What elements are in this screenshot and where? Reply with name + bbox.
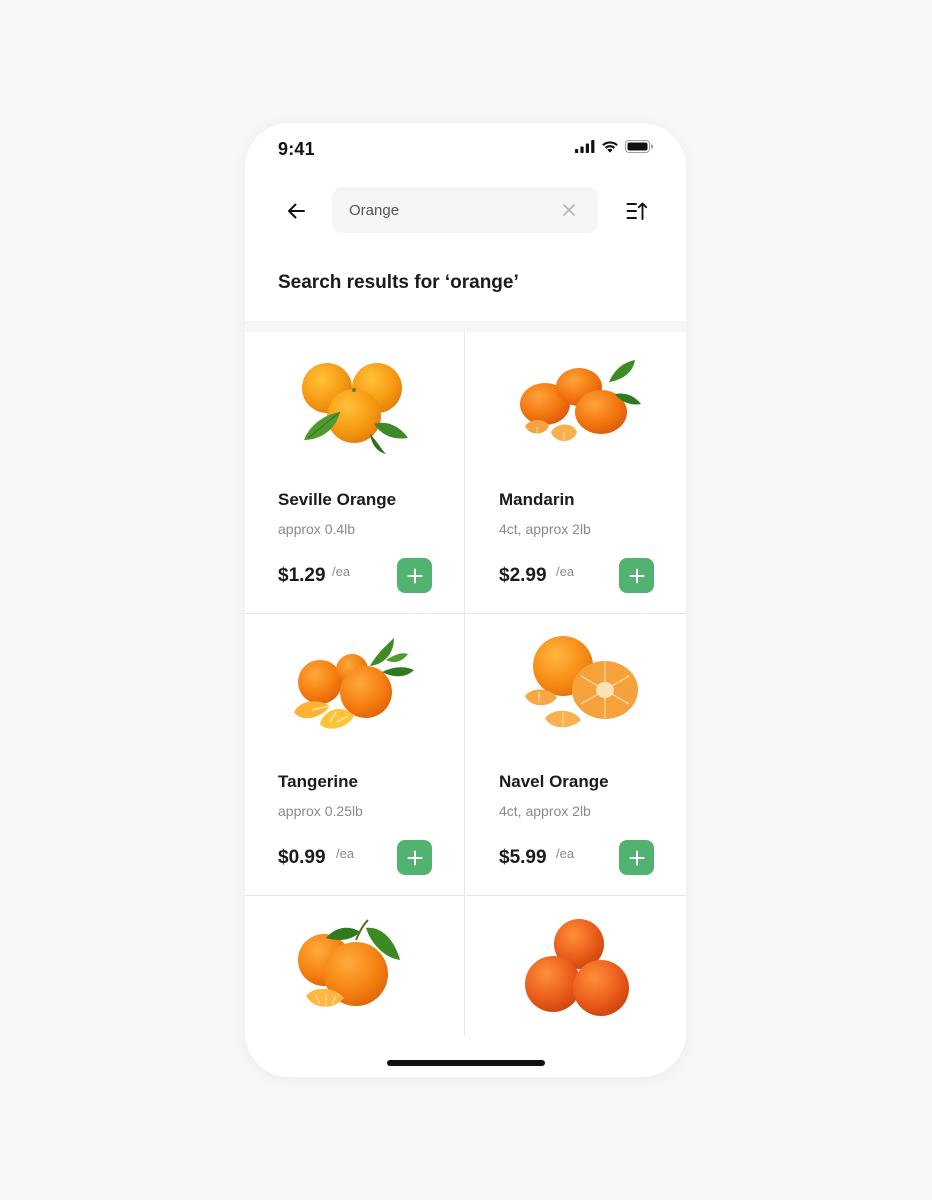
- close-icon: [563, 204, 575, 216]
- product-price: $1.29: [278, 565, 326, 586]
- product-quantity: approx 0.25lb: [278, 803, 363, 819]
- product-name: Mandarin: [499, 490, 575, 509]
- search-input[interactable]: [349, 199, 549, 221]
- product-price: $5.99: [499, 847, 547, 868]
- plus-icon: [407, 850, 422, 865]
- product-unit: /ea: [556, 564, 575, 579]
- add-to-cart-button[interactable]: [619, 558, 654, 593]
- product-unit: /ea: [336, 846, 355, 861]
- product-name: Tangerine: [278, 772, 358, 791]
- status-time: 9:41: [278, 139, 315, 159]
- plus-icon: [407, 568, 422, 583]
- seville-orange-image: [301, 363, 408, 454]
- product-quantity: 4ct, approx 2lb: [499, 803, 591, 819]
- clear-search-button[interactable]: [560, 201, 578, 219]
- product-price: $2.99: [499, 565, 547, 586]
- product-card[interactable]: [466, 896, 686, 1036]
- plus-icon: [629, 568, 644, 583]
- wifi-icon: [601, 140, 619, 158]
- search-header: [245, 187, 686, 235]
- back-button[interactable]: [283, 198, 309, 224]
- tangerine-image: [293, 638, 414, 729]
- product-unit: /ea: [556, 846, 575, 861]
- orange-with-leaves-image: [297, 919, 400, 1007]
- sort-button[interactable]: [624, 198, 650, 224]
- product-unit: /ea: [332, 564, 351, 579]
- blood-orange-stack-image: [525, 919, 629, 1016]
- navel-orange-image: [525, 636, 638, 728]
- status-icons: [575, 140, 653, 158]
- home-indicator[interactable]: [387, 1060, 545, 1066]
- add-to-cart-button[interactable]: [397, 840, 432, 875]
- product-card[interactable]: [245, 896, 465, 1036]
- status-bar: 9:41: [245, 123, 686, 175]
- add-to-cart-button[interactable]: [397, 558, 432, 593]
- product-card[interactable]: Mandarin 4ct, approx 2lb $2.99 /ea: [466, 332, 686, 614]
- product-card[interactable]: Navel Orange 4ct, approx 2lb $5.99 /ea: [466, 614, 686, 896]
- add-to-cart-button[interactable]: [619, 840, 654, 875]
- product-name: Seville Orange: [278, 490, 397, 509]
- search-box[interactable]: [332, 187, 598, 233]
- product-card[interactable]: Tangerine approx 0.25lb $0.99 /ea: [245, 614, 465, 896]
- section-divider: [245, 321, 686, 332]
- product-quantity: 4ct, approx 2lb: [499, 521, 591, 537]
- plus-icon: [629, 850, 644, 865]
- arrow-left-icon: [288, 203, 305, 219]
- battery-icon: [625, 140, 653, 158]
- sort-icon: [626, 202, 648, 220]
- product-card[interactable]: Seville Orange approx 0.4lb $1.29 /ea: [245, 332, 465, 614]
- product-name: Navel Orange: [499, 772, 609, 791]
- signal-icon: [575, 140, 595, 158]
- phone-screen: 9:41 Orange Search results for ‘orange’ …: [245, 123, 686, 1077]
- product-quantity: approx 0.4lb: [278, 521, 356, 537]
- product-price: $0.99: [278, 847, 326, 868]
- results-title: Search results for ‘orange’: [278, 272, 519, 293]
- mandarin-image: [520, 360, 641, 441]
